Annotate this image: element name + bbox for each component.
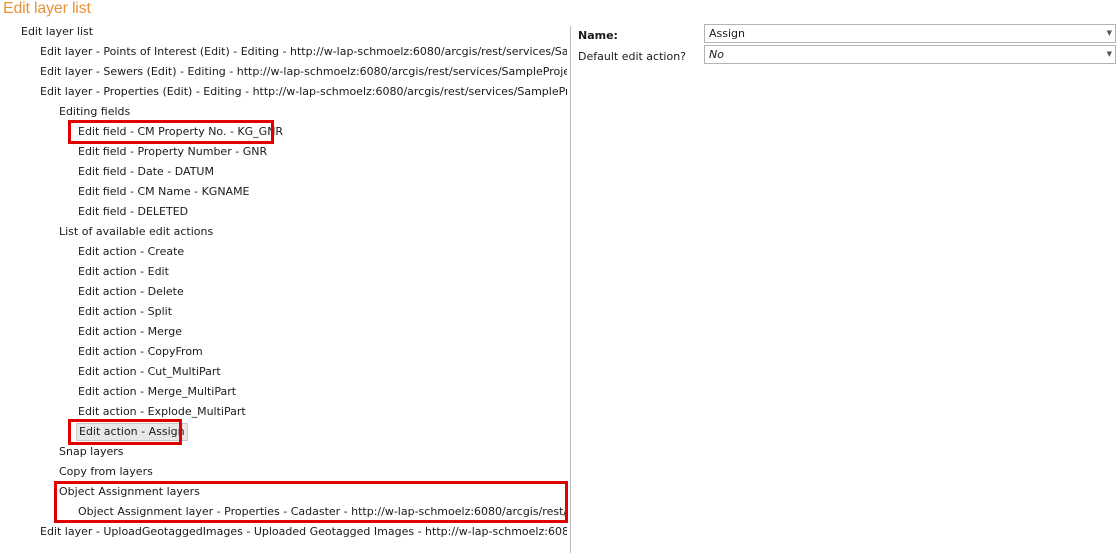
name-combobox[interactable]: Assign ▼ [704, 24, 1116, 43]
tree-item-label: Edit layer - UploadGeotaggedImages - Upl… [40, 525, 567, 538]
tree-item-label: Edit field - DELETED [78, 205, 189, 218]
default-edit-action-combobox[interactable]: No ▼ [704, 45, 1116, 64]
tree-item-label: Edit field - CM Name - KGNAME [78, 185, 250, 198]
tree-item[interactable]: Edit action - Assign [0, 422, 567, 442]
tree-item[interactable]: Edit field - DELETED [0, 202, 567, 222]
tree-item[interactable]: Edit action - Delete [0, 282, 567, 302]
tree-item-label: Edit action - CopyFrom [78, 345, 203, 358]
tree-item-label: Edit action - Delete [78, 285, 184, 298]
name-value: Assign [709, 27, 745, 40]
tree-item[interactable]: Object Assignment layer - Properties - C… [0, 502, 567, 522]
tree-item-label: Edit layer - Properties (Edit) - Editing… [40, 85, 567, 98]
tree-item[interactable]: Edit action - Edit [0, 262, 567, 282]
tree-item[interactable]: Edit action - CopyFrom [0, 342, 567, 362]
tree-item[interactable]: Editing fields [0, 102, 567, 122]
tree-item-label: Edit field - Date - DATUM [78, 165, 214, 178]
tree-item-label: Edit action - Assign [76, 423, 188, 441]
tree-item[interactable]: Edit layer - Sewers (Edit) - Editing - h… [0, 62, 567, 82]
tree-item-label: Copy from layers [59, 465, 153, 478]
tree-item-label: Edit action - Explode_MultiPart [78, 405, 246, 418]
tree-item[interactable]: Edit layer - Properties (Edit) - Editing… [0, 82, 567, 102]
tree-item[interactable]: Edit field - Date - DATUM [0, 162, 567, 182]
tree-item-label: Edit action - Merge [78, 325, 182, 338]
name-label: Name: [578, 29, 618, 42]
tree-item-label: Edit action - Split [78, 305, 173, 318]
tree-item[interactable]: Edit field - CM Property No. - KG_GNR [0, 122, 567, 142]
tree-item-label: Object Assignment layer - Properties - C… [78, 505, 567, 518]
tree-item-label: Edit action - Create [78, 245, 185, 258]
tree-item[interactable]: Copy from layers [0, 462, 567, 482]
edit-layer-tree[interactable]: Edit layer list Edit layer - Points of In… [0, 22, 567, 542]
panel-splitter[interactable] [570, 26, 571, 553]
tree-item[interactable]: Edit action - Create [0, 242, 567, 262]
tree-item-label: Edit layer - Points of Interest (Edit) -… [40, 45, 567, 58]
tree-item-label: Edit layer - Sewers (Edit) - Editing - h… [40, 65, 567, 78]
tree-item-label: Object Assignment layers [59, 485, 200, 498]
tree-item-label: Edit action - Merge_MultiPart [78, 385, 237, 398]
default-edit-action-label: Default edit action? [578, 50, 687, 63]
tree-item[interactable]: Edit field - CM Name - KGNAME [0, 182, 567, 202]
tree-item[interactable]: Edit action - Merge [0, 322, 567, 342]
tree-item[interactable]: Edit layer list [0, 22, 567, 42]
tree-item[interactable]: Object Assignment layers [0, 482, 567, 502]
page-title: Edit layer list [3, 0, 91, 17]
tree-item[interactable]: Edit action - Cut_MultiPart [0, 362, 567, 382]
tree-item[interactable]: Edit layer - Points of Interest (Edit) -… [0, 42, 567, 62]
default-edit-action-value: No [709, 48, 724, 61]
tree-item-label: Edit field - Property Number - GNR [78, 145, 268, 158]
tree-item-label: Edit action - Cut_MultiPart [78, 365, 221, 378]
tree-item[interactable]: Edit layer - UploadGeotaggedImages - Upl… [0, 522, 567, 542]
tree-item[interactable]: Edit field - Property Number - GNR [0, 142, 567, 162]
chevron-down-icon[interactable]: ▼ [1107, 25, 1112, 42]
chevron-down-icon[interactable]: ▼ [1107, 46, 1112, 63]
tree-item[interactable]: Snap layers [0, 442, 567, 462]
tree-item-label: Edit field - CM Property No. - KG_GNR [78, 125, 284, 138]
tree-item-label: Editing fields [59, 105, 131, 118]
tree-item-label: List of available edit actions [59, 225, 214, 238]
tree-item[interactable]: Edit action - Split [0, 302, 567, 322]
tree-item[interactable]: List of available edit actions [0, 222, 567, 242]
tree-item-label: Edit action - Edit [78, 265, 169, 278]
tree-item-label: Snap layers [59, 445, 124, 458]
tree-item[interactable]: Edit action - Explode_MultiPart [0, 402, 567, 422]
tree-item[interactable]: Edit action - Merge_MultiPart [0, 382, 567, 402]
tree-item-label: Edit layer list [21, 25, 94, 38]
